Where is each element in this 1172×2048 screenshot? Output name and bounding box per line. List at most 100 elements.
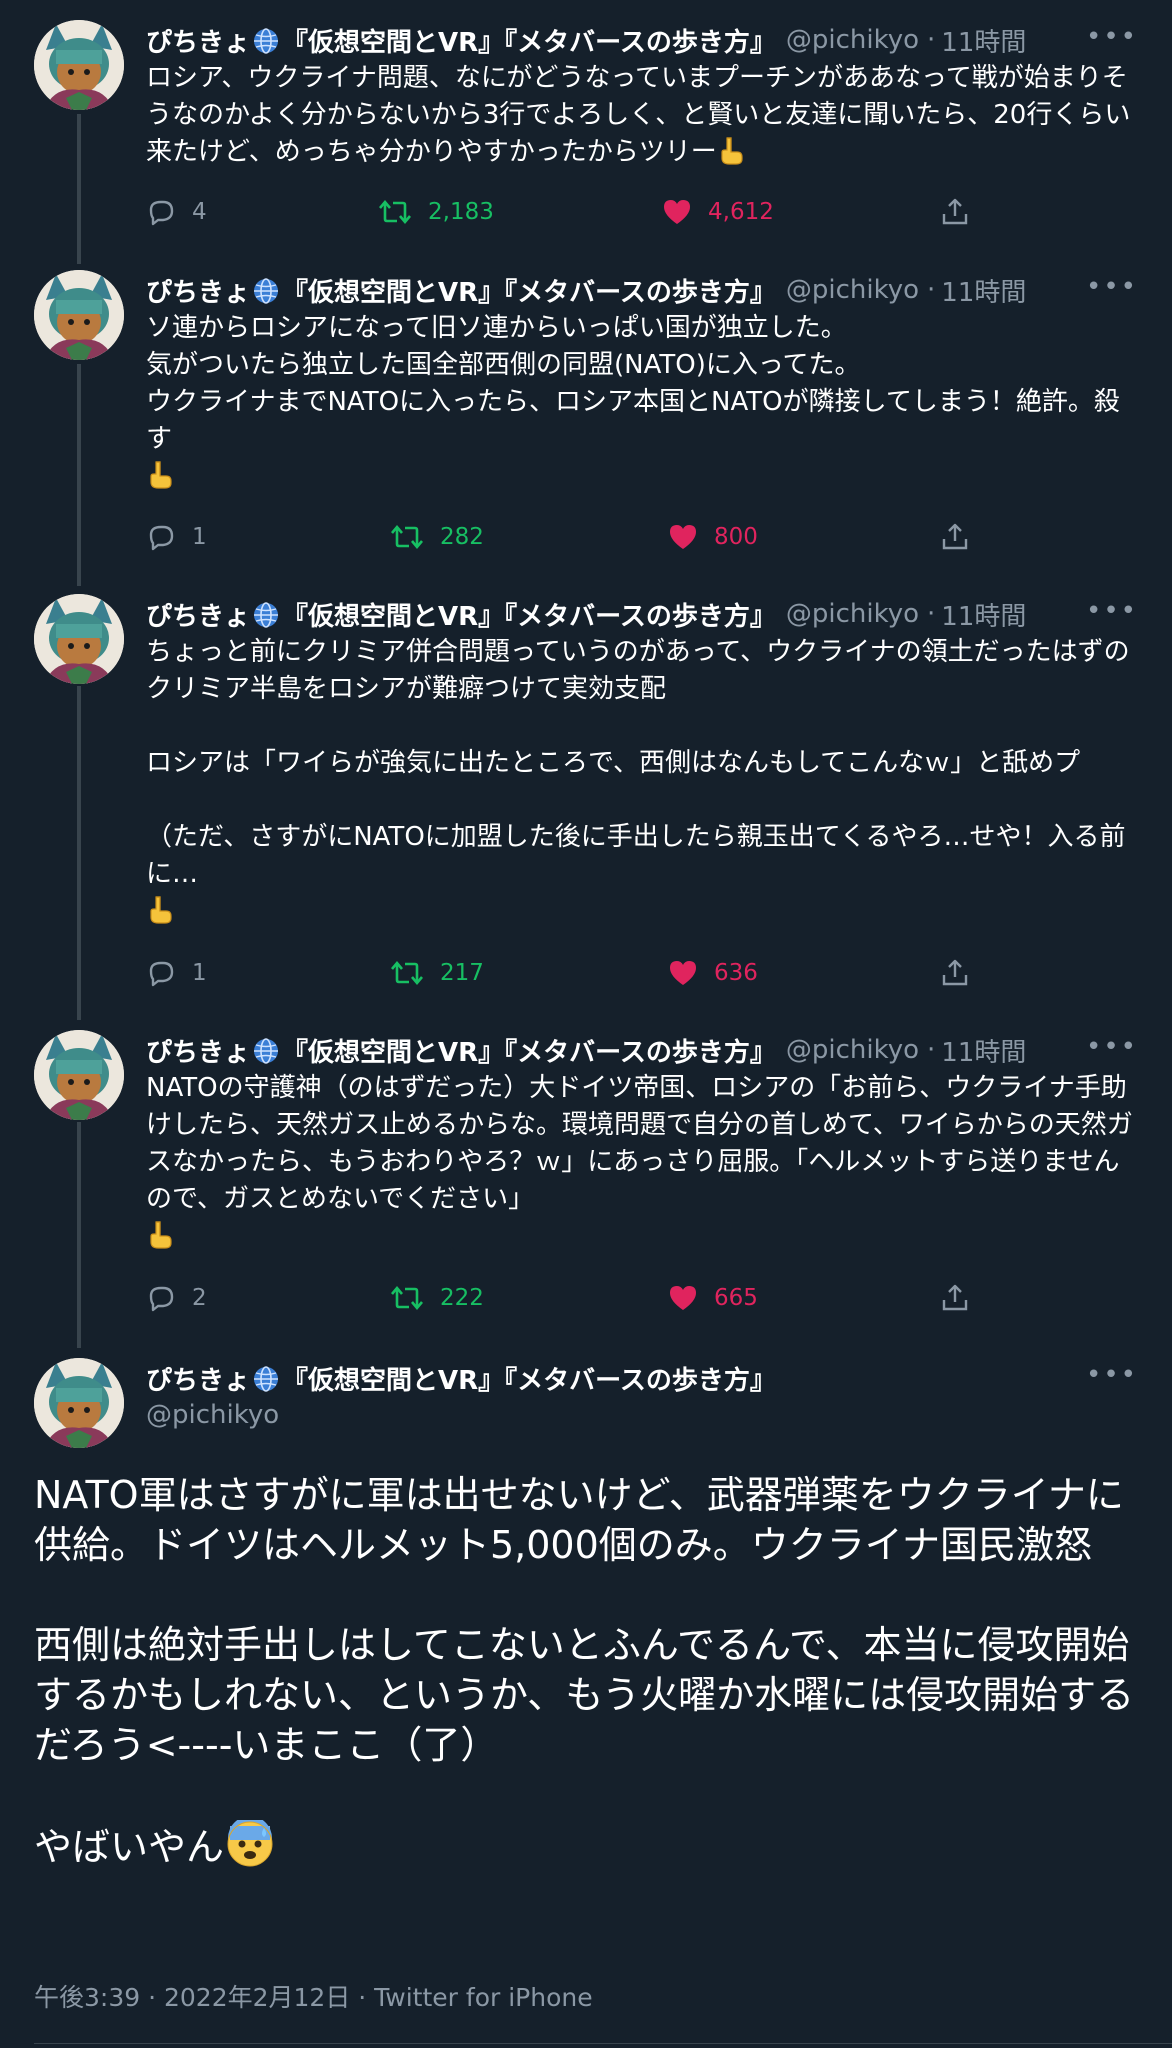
retweet-count: 282	[440, 524, 484, 550]
more-options-icon[interactable]: •••	[1086, 272, 1138, 302]
tweet-header: ぴちきょ 『仮想空間とVR』『メタバースの歩き方』 @pichikyo · 11時…	[146, 20, 1138, 60]
like-count: 636	[714, 960, 758, 986]
backhand-index-pointing-down-icon	[146, 460, 174, 490]
tweet-header: ぴちきょ 『仮想空間とVR』『メタバースの歩き方』 @pichikyo · 11時…	[146, 270, 1138, 310]
reply-icon	[146, 1283, 176, 1313]
author-name[interactable]: ぴちきょ 『仮想空間とVR』『メタバースの歩き方』	[146, 1360, 776, 1397]
heart-icon	[668, 523, 698, 551]
author-name-part1: ぴちきょ	[146, 1365, 251, 1396]
author-name[interactable]: ぴちきょ 『仮想空間とVR』『メタバースの歩き方』	[146, 272, 776, 309]
tweet-text-content: NATOの守護神（のはずだった）大ドイツ帝国、ロシアの「お前ら、ウクライナ手助け…	[146, 1073, 1133, 1214]
author-name-part1: ぴちきょ	[146, 27, 251, 58]
retweet-icon	[390, 1283, 424, 1313]
like-button[interactable]: 800	[668, 517, 758, 557]
author-handle[interactable]: @pichikyo	[786, 599, 919, 629]
tweet-text: ソ連からロシアになって旧ソ連からいっぱい国が独立した。 気がついたら独立した国全…	[146, 310, 1142, 495]
author-handle[interactable]: @pichikyo	[146, 1400, 279, 1430]
globe-emoji-icon	[252, 1365, 280, 1393]
tweet-time[interactable]: 11時間	[941, 1032, 1026, 1069]
tweet-header: ぴちきょ 『仮想空間とVR』『メタバースの歩き方』 @pichikyo · 11時…	[146, 594, 1138, 634]
globe-emoji-icon	[252, 27, 280, 55]
author-name[interactable]: ぴちきょ 『仮想空間とVR』『メタバースの歩き方』	[146, 596, 776, 633]
reply-count: 1	[192, 960, 207, 986]
share-button[interactable]	[940, 517, 986, 557]
tweet-time[interactable]: 11時間	[941, 22, 1026, 59]
tweet-text-content: ちょっと前にクリミア併合問題っていうのがあって、ウクライナの領土だったはずのクリ…	[146, 637, 1130, 889]
reply-icon	[146, 197, 176, 227]
globe-emoji-icon	[252, 601, 280, 629]
author-name-part1: ぴちきょ	[146, 1037, 251, 1068]
more-options-icon[interactable]: •••	[1086, 22, 1138, 52]
backhand-index-pointing-down-icon	[717, 136, 745, 166]
thread-tweet-4[interactable]: ぴちきょ 『仮想空間とVR』『メタバースの歩き方』 @pichikyo · 11時…	[0, 1030, 1172, 1330]
like-count: 665	[714, 1285, 758, 1311]
retweet-icon	[378, 197, 412, 227]
author-handle[interactable]: @pichikyo	[786, 275, 919, 305]
more-options-icon[interactable]: •••	[1086, 1360, 1138, 1390]
retweet-button[interactable]: 217	[390, 953, 484, 993]
heart-icon	[668, 1284, 698, 1312]
reply-button[interactable]: 4	[146, 192, 207, 232]
reply-count: 1	[192, 524, 207, 550]
share-button[interactable]	[940, 1278, 986, 1318]
thread-tweet-1[interactable]: ぴちきょ 『仮想空間とVR』『メタバースの歩き方』 @pichikyo · 11時…	[0, 20, 1172, 234]
author-name-part1: ぴちきょ	[146, 277, 251, 308]
like-button[interactable]: 4,612	[662, 192, 774, 232]
more-options-icon[interactable]: •••	[1086, 596, 1138, 626]
tweet-timestamp-source[interactable]: 午後3:39 · 2022年2月12日 · Twitter for iPhone	[34, 1978, 593, 2014]
retweet-button[interactable]: 282	[390, 517, 484, 557]
author-name-part2: 『仮想空間とVR』『メタバースの歩き方』	[282, 27, 776, 58]
avatar[interactable]	[34, 270, 124, 360]
thread-tweet-2[interactable]: ぴちきょ 『仮想空間とVR』『メタバースの歩き方』 @pichikyo · 11時…	[0, 270, 1172, 570]
tweet-text-content: ソ連からロシアになって旧ソ連からいっぱい国が独立した。 気がついたら独立した国全…	[146, 313, 1120, 454]
backhand-index-pointing-down-icon	[146, 1220, 174, 1250]
reply-button[interactable]: 1	[146, 953, 207, 993]
tweet-actions: 1 217 636	[146, 953, 1142, 993]
share-icon	[940, 197, 970, 227]
avatar[interactable]	[34, 20, 124, 110]
share-button[interactable]	[940, 953, 986, 993]
share-button[interactable]	[940, 192, 986, 232]
retweet-count: 2,183	[428, 199, 494, 225]
like-count: 800	[714, 524, 758, 550]
backhand-index-pointing-down-icon	[146, 895, 174, 925]
tweet-text: ちょっと前にクリミア併合問題っていうのがあって、ウクライナの領土だったはずのクリ…	[146, 634, 1142, 930]
author-name-part1: ぴちきょ	[146, 601, 251, 632]
reply-count: 2	[192, 1285, 207, 1311]
author-name[interactable]: ぴちきょ 『仮想空間とVR』『メタバースの歩き方』	[146, 22, 776, 59]
avatar[interactable]	[34, 1030, 124, 1120]
reply-icon	[146, 522, 176, 552]
like-button[interactable]: 665	[668, 1278, 758, 1318]
retweet-button[interactable]: 222	[390, 1278, 484, 1318]
tweet-time[interactable]: 11時間	[941, 272, 1026, 309]
author-name[interactable]: ぴちきょ 『仮想空間とVR』『メタバースの歩き方』	[146, 1032, 776, 1069]
avatar[interactable]	[34, 594, 124, 684]
heart-icon	[662, 198, 692, 226]
heart-icon	[668, 959, 698, 987]
retweet-count: 217	[440, 960, 484, 986]
author-handle[interactable]: @pichikyo	[786, 25, 919, 55]
author-handle[interactable]: @pichikyo	[786, 1035, 919, 1065]
author-name-part2: 『仮想空間とVR』『メタバースの歩き方』	[282, 277, 776, 308]
main-tweet-text: NATO軍はさすがに軍は出せないけど、武器弾薬をウクライナに供給。ドイツはヘルメ…	[34, 1470, 1142, 1872]
share-icon	[940, 958, 970, 988]
avatar[interactable]	[34, 1358, 124, 1448]
tweet-time[interactable]: 11時間	[941, 596, 1026, 633]
reply-button[interactable]: 1	[146, 517, 207, 557]
thread-tweet-3[interactable]: ぴちきょ 『仮想空間とVR』『メタバースの歩き方』 @pichikyo · 11時…	[0, 594, 1172, 994]
separator-dot: ·	[927, 1035, 936, 1065]
retweet-icon	[390, 522, 424, 552]
more-options-icon[interactable]: •••	[1086, 1032, 1138, 1062]
reply-icon	[146, 958, 176, 988]
retweet-button[interactable]: 2,183	[378, 192, 494, 232]
tweet-text-content: ロシア、ウクライナ問題、なにがどうなっていまプーチンがああなって戦が始まりそうな…	[146, 63, 1131, 167]
reply-button[interactable]: 2	[146, 1278, 207, 1318]
separator-dot: ·	[927, 275, 936, 305]
tweet-text: NATOの守護神（のはずだった）大ドイツ帝国、ロシアの「お前ら、ウクライナ手助け…	[146, 1070, 1142, 1255]
retweet-count: 222	[440, 1285, 484, 1311]
globe-emoji-icon	[252, 277, 280, 305]
globe-emoji-icon	[252, 1037, 280, 1065]
like-button[interactable]: 636	[668, 953, 758, 993]
separator-dot: ·	[927, 25, 936, 55]
author-name-part2: 『仮想空間とVR』『メタバースの歩き方』	[282, 1037, 776, 1068]
